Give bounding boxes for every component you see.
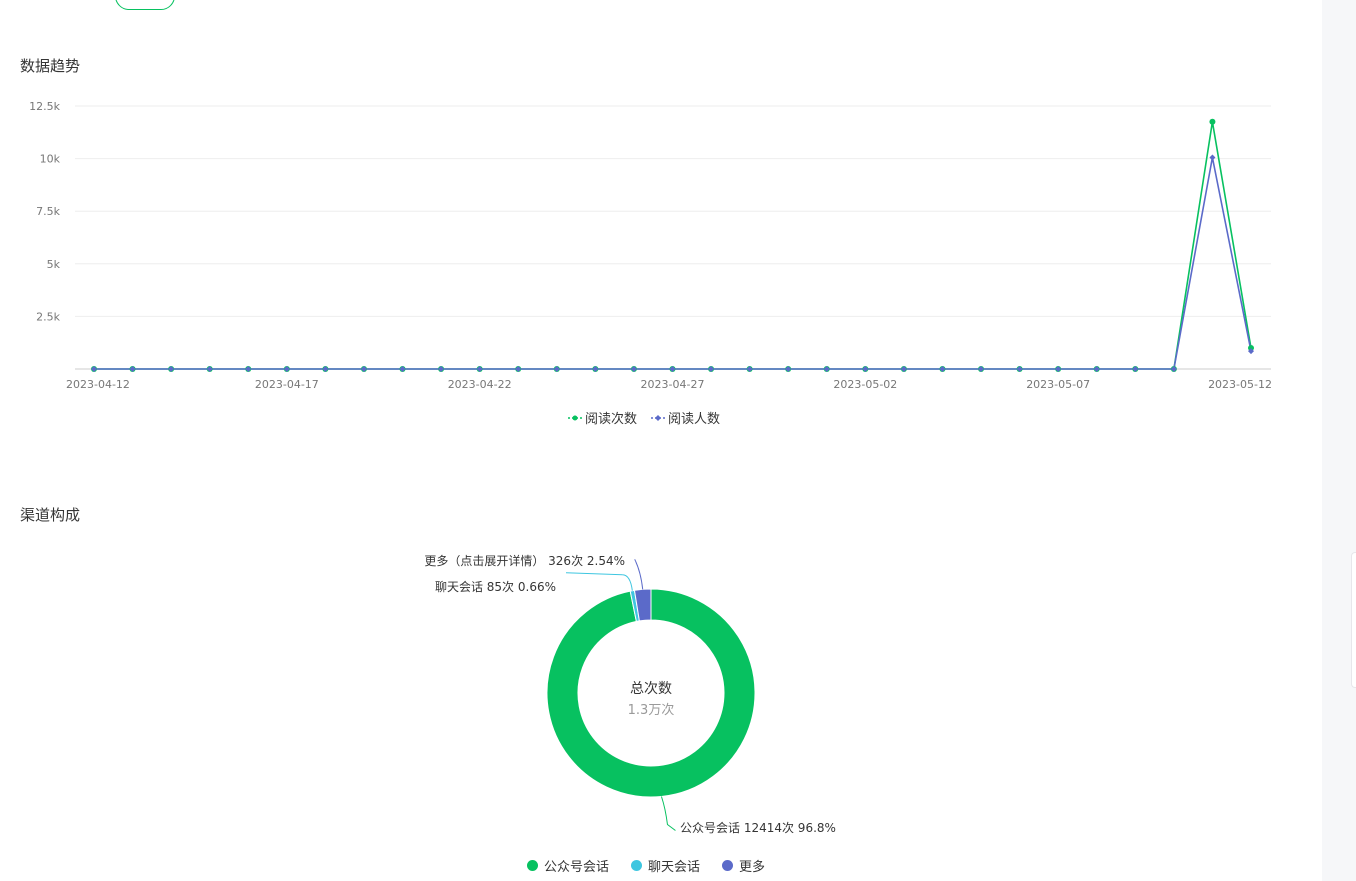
indigo-diamond-line-icon xyxy=(651,414,666,421)
legend-item-2[interactable]: 更多 xyxy=(722,856,765,875)
right-gutter xyxy=(1322,0,1356,881)
y-tick-label: 12.5k xyxy=(29,100,60,113)
floating-side-panel-edge[interactable] xyxy=(1351,552,1356,688)
x-tick-label: 2023-05-12 xyxy=(1208,378,1272,391)
legend-label: 阅读人数 xyxy=(668,412,721,427)
grid-lines xyxy=(75,105,1271,370)
x-tick-label: 2023-05-07 xyxy=(1026,378,1090,391)
slice-label: 更多（点击展开详情） 326次 2.54% xyxy=(424,553,625,568)
trend-section-title: 数据趋势 xyxy=(20,57,81,75)
legend-label: 更多 xyxy=(739,860,766,875)
y-tick-label: 2.5k xyxy=(36,310,60,323)
x-axis-ticks: 2023-04-12 2023-04-17 2023-04-22 2023-04-27… xyxy=(66,378,1272,391)
channel-legend: 公众号会话 聊天会话 更多 xyxy=(527,856,787,875)
channel-donut-chart: 公众号会话 12414次 96.8% 聊天会话 85次 0.66% 更多（点击展开详… xyxy=(424,553,836,835)
data-point[interactable] xyxy=(1209,118,1216,125)
x-tick-label: 2023-05-02 xyxy=(833,378,897,391)
slice-label: 公众号会话 12414次 96.8% xyxy=(680,821,836,835)
data-point[interactable] xyxy=(1209,154,1216,161)
legend-item-reads[interactable]: 阅读次数 xyxy=(568,408,637,427)
trend-legend: 阅读次数 阅读人数 xyxy=(568,408,720,427)
green-circle-line-icon xyxy=(568,415,582,420)
legend-dot-icon xyxy=(527,860,538,871)
legend-label: 聊天会话 xyxy=(648,860,701,875)
legend-item-readers[interactable]: 阅读人数 xyxy=(651,408,720,427)
donut-center-title: 总次数 xyxy=(630,681,672,697)
legend-dot-icon xyxy=(722,860,734,871)
channel-section-title: 渠道构成 xyxy=(20,506,81,524)
x-tick-label: 2023-04-12 xyxy=(66,378,130,391)
x-tick-label: 2023-04-27 xyxy=(641,378,705,391)
y-tick-label: 10k xyxy=(40,153,61,166)
leader-line xyxy=(660,796,676,831)
legend-dot-icon xyxy=(631,860,643,871)
legend-label: 公众号会话 xyxy=(544,860,610,875)
active-filter-tab[interactable] xyxy=(115,0,175,10)
leader-line xyxy=(634,559,644,590)
y-tick-label: 7.5k xyxy=(36,205,60,218)
y-tick-label: 5k xyxy=(47,258,61,271)
legend-label: 阅读次数 xyxy=(585,412,638,427)
series-line-1 xyxy=(94,157,1252,370)
donut-center-value: 1.3万次 xyxy=(628,702,675,718)
slice-label: 聊天会话 85次 0.66% xyxy=(435,580,556,594)
legend-item-1[interactable]: 聊天会话 xyxy=(631,856,700,875)
series-group xyxy=(91,118,1254,372)
trend-line-chart: 2.5k5k7.5k10k12.5k 2023-04-12 2023-04-17 2… xyxy=(29,100,1272,391)
y-axis-ticks: 2.5k 5k 7.5k 10k 12.5k xyxy=(29,100,60,323)
legend-item-0[interactable]: 公众号会话 xyxy=(527,856,609,875)
x-tick-label: 2023-04-22 xyxy=(448,378,512,391)
leader-line xyxy=(565,572,633,591)
x-tick-label: 2023-04-17 xyxy=(255,378,319,391)
